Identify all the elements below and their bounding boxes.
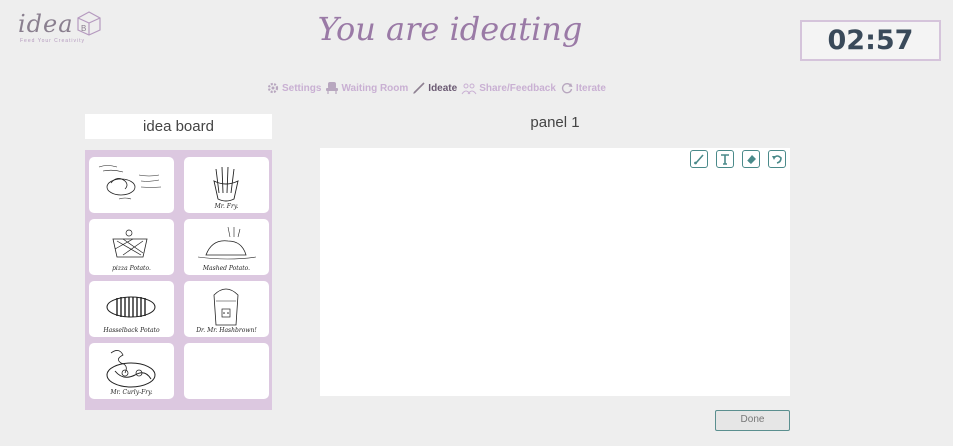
sketch-image <box>98 165 162 200</box>
idea-tile[interactable]: Mr. Curly-Fry. <box>89 343 174 399</box>
tile-caption: Hasselback Potato <box>103 327 160 334</box>
step-waiting-room[interactable]: Waiting Room <box>325 81 408 95</box>
panel-title: panel 1 <box>530 114 580 131</box>
done-button[interactable]: Done <box>715 410 790 431</box>
step-label: Share/Feedback <box>479 82 556 94</box>
step-settings[interactable]: Settings <box>266 81 321 95</box>
progress-steps: Settings Waiting Room Ideate Share/Feedb… <box>266 79 606 97</box>
idea-board: Mr. Fry. pizza Potato. Mashed Potato. Ha… <box>85 150 272 410</box>
idea-tile[interactable]: pizza Potato. <box>89 219 174 275</box>
idea-tile[interactable]: Mashed Potato. <box>184 219 269 275</box>
tile-caption: Mr. Curly-Fry. <box>110 389 153 396</box>
chair-icon <box>326 82 339 94</box>
step-label: Waiting Room <box>341 82 409 94</box>
refresh-icon <box>561 83 573 94</box>
step-label: Iterate <box>575 82 606 94</box>
tile-caption: Dr. Mr. Hashbrown! <box>196 327 257 334</box>
people-icon <box>461 83 477 95</box>
drawing-canvas[interactable] <box>320 148 790 396</box>
pencil-icon <box>413 82 425 94</box>
idea-tile[interactable]: Mr. Fry. <box>184 157 269 213</box>
step-iterate[interactable]: Iterate <box>560 81 606 95</box>
text-icon[interactable] <box>716 150 734 168</box>
eraser-icon[interactable] <box>742 150 760 168</box>
idea-tile-empty[interactable] <box>184 343 269 399</box>
countdown-timer: 02:57 <box>800 20 941 61</box>
step-label: Settings <box>282 82 322 94</box>
tile-caption: Mr. Fry. <box>214 203 239 210</box>
brush-icon[interactable] <box>690 150 708 168</box>
step-share-feedback[interactable]: Share/Feedback <box>461 81 556 95</box>
idea-board-title: idea board <box>85 114 272 139</box>
tile-caption: pizza Potato. <box>112 265 151 272</box>
idea-tile[interactable]: Hasselback Potato <box>89 281 174 337</box>
drawing-toolbar <box>690 150 786 168</box>
idea-tile[interactable]: Dr. Mr. Hashbrown! <box>184 281 269 337</box>
step-label: Ideate <box>428 82 458 94</box>
gear-icon <box>267 82 279 94</box>
undo-icon[interactable] <box>768 150 786 168</box>
page-title: You are ideating <box>317 10 583 48</box>
tile-caption: Mashed Potato. <box>202 265 251 272</box>
step-ideate[interactable]: Ideate <box>412 81 457 95</box>
idea-tile[interactable] <box>89 157 174 213</box>
